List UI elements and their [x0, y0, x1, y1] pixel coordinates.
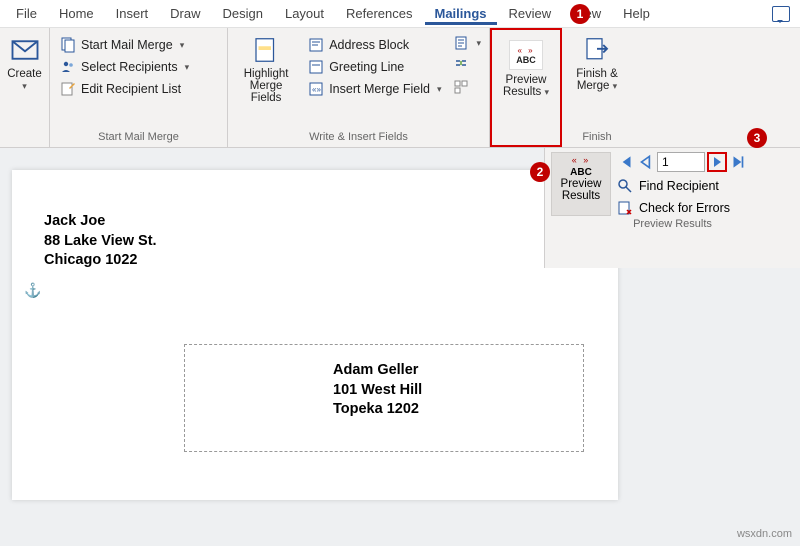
record-navigation	[617, 152, 794, 172]
group-start-mail-merge: Start Mail Merge▾ Select Recipients▾ Edi…	[50, 28, 228, 147]
callout-2: 2	[530, 162, 550, 182]
comments-icon[interactable]	[772, 6, 790, 22]
tab-design[interactable]: Design	[213, 2, 273, 25]
watermark: wsxdn.com	[737, 528, 792, 540]
previous-record-button[interactable]	[637, 153, 655, 171]
insert-merge-field-button[interactable]: «» Insert Merge Field▾	[304, 79, 445, 99]
find-recipient-button[interactable]: Find Recipient	[617, 178, 794, 194]
next-record-button[interactable]	[707, 152, 727, 172]
preview-results-button[interactable]: « » ABC Preview Results ▾	[498, 36, 554, 98]
group-write-insert: Highlight Merge Fields Address Block Gre…	[228, 28, 490, 147]
finish-merge-button[interactable]: Finish & Merge ▾	[568, 31, 626, 92]
preview-results-panel: « » ABC Preview Results Find Recipient	[544, 148, 800, 268]
group-label: Start Mail Merge	[56, 128, 221, 147]
svg-text:«»: «»	[312, 85, 321, 94]
tab-draw[interactable]: Draw	[160, 2, 210, 25]
envelope-icon	[10, 35, 40, 65]
tab-file[interactable]: File	[6, 2, 47, 25]
tab-mailings[interactable]: Mailings	[425, 2, 497, 25]
delivery-name: Adam Geller	[333, 361, 567, 381]
chevron-down-icon: ▾	[437, 84, 442, 95]
tab-references[interactable]: References	[336, 2, 422, 25]
select-recipients-button[interactable]: Select Recipients▾	[56, 57, 193, 77]
callout-1: 1	[570, 4, 590, 24]
delivery-city: Topeka 1202	[333, 400, 567, 420]
anchor-icon: ⚓	[24, 282, 41, 299]
last-record-button[interactable]	[729, 153, 747, 171]
rules-button[interactable]: ▾	[453, 35, 481, 51]
return-address[interactable]: Jack Joe 88 Lake View St. Chicago 1022	[44, 212, 157, 271]
return-street: 88 Lake View St.	[44, 232, 157, 252]
check-for-errors-button[interactable]: Check for Errors	[617, 200, 794, 216]
chevron-down-icon: ▾	[545, 87, 550, 97]
delivery-address[interactable]: Adam Geller 101 West Hill Topeka 1202	[333, 361, 567, 420]
panel-label: Preview Results	[551, 216, 794, 234]
preview-results-icon: « » ABC	[509, 40, 543, 70]
search-icon	[617, 178, 633, 194]
chevron-down-icon: ▾	[613, 81, 618, 91]
callout-3: 3	[747, 128, 767, 148]
merge-field-icon: «»	[308, 81, 324, 97]
edit-list-icon	[60, 81, 76, 97]
ribbon-tabs: File Home Insert Draw Design Layout Refe…	[0, 0, 800, 28]
chevrons-icon: « »	[572, 155, 591, 165]
address-block-button[interactable]: Address Block	[304, 35, 445, 55]
match-fields-button[interactable]	[453, 57, 481, 73]
greeting-icon	[308, 59, 324, 75]
group-create: Create ▾	[0, 28, 50, 147]
highlight-icon	[251, 35, 281, 65]
tab-review[interactable]: Review	[499, 2, 562, 25]
group-label: Write & Insert Fields	[234, 128, 483, 147]
greeting-line-button[interactable]: Greeting Line	[304, 57, 445, 77]
people-icon	[60, 59, 76, 75]
delivery-street: 101 West Hill	[333, 381, 567, 401]
group-finish: Finish & Merge ▾ Finish	[562, 28, 632, 147]
update-labels-icon	[453, 79, 469, 95]
start-mail-merge-button[interactable]: Start Mail Merge▾	[56, 35, 193, 55]
return-name: Jack Joe	[44, 212, 157, 232]
group-label: Finish	[568, 128, 626, 147]
edit-recipient-list-button[interactable]: Edit Recipient List	[56, 79, 193, 99]
update-labels-button[interactable]	[453, 79, 481, 95]
chevron-down-icon: ▾	[180, 40, 185, 51]
check-errors-icon	[617, 200, 633, 216]
tab-home[interactable]: Home	[49, 2, 104, 25]
create-label: Create	[7, 68, 42, 80]
envelope-page[interactable]: Jack Joe 88 Lake View St. Chicago 1022 ⚓…	[12, 170, 618, 500]
document-merge-icon	[60, 37, 76, 53]
first-record-button[interactable]	[617, 153, 635, 171]
return-city: Chicago 1022	[44, 251, 157, 271]
highlight-merge-fields-button[interactable]: Highlight Merge Fields	[234, 31, 298, 104]
preview-results-toggle[interactable]: « » ABC Preview Results	[551, 152, 611, 216]
chevron-down-icon: ▾	[22, 81, 27, 92]
ribbon: Create ▾ Start Mail Merge▾ Select Recipi…	[0, 28, 800, 148]
tab-insert[interactable]: Insert	[106, 2, 159, 25]
tab-help[interactable]: Help	[613, 2, 660, 25]
chevron-down-icon: ▾	[476, 38, 481, 49]
record-number-input[interactable]	[657, 152, 705, 172]
chevron-down-icon: ▾	[185, 62, 190, 73]
group-preview-results: « » ABC Preview Results ▾	[490, 28, 562, 147]
finish-merge-icon	[582, 35, 612, 65]
rules-icon	[453, 35, 469, 51]
abc-label: ABC	[570, 167, 592, 178]
address-block-icon	[308, 37, 324, 53]
delivery-address-frame[interactable]: Adam Geller 101 West Hill Topeka 1202	[184, 344, 584, 452]
match-fields-icon	[453, 57, 469, 73]
create-button[interactable]: Create ▾	[6, 31, 43, 92]
document-area: Jack Joe 88 Lake View St. Chicago 1022 ⚓…	[0, 148, 800, 546]
tab-layout[interactable]: Layout	[275, 2, 334, 25]
